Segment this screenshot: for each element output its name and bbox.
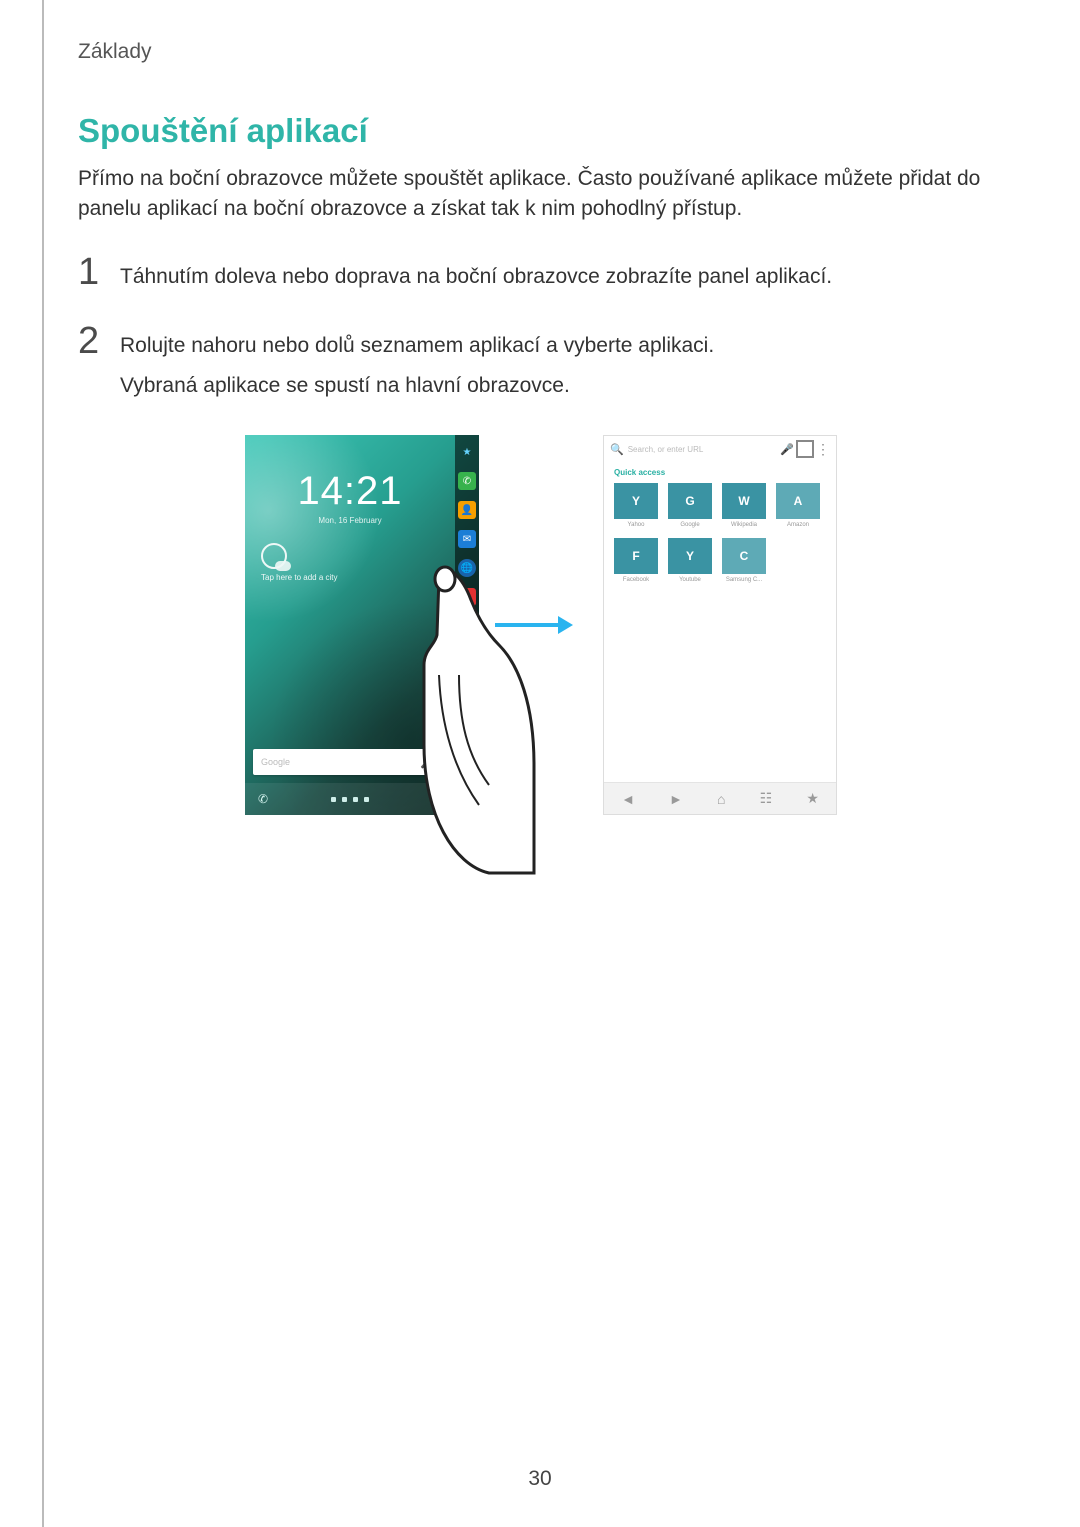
section-title: Spouštění aplikací [78,112,1004,150]
quick-tile[interactable]: YYahoo [614,483,658,528]
step-text: Rolujte nahoru nebo dolů seznamem aplika… [120,330,714,362]
mic-icon[interactable]: 🎤 [780,443,794,456]
page-number: 30 [0,1467,1080,1491]
phone-home-screenshot: 14:21 Mon, 16 February Tap here to add a… [245,435,479,815]
figure: 14:21 Mon, 16 February Tap here to add a… [78,435,1004,815]
quick-tile[interactable]: YYoutube [668,538,712,583]
manual-page: Základy Spouštění aplikací Přímo na bočn… [42,0,1038,1527]
google-search-bar[interactable]: Google 🎤 [253,749,443,775]
edge-chevron-down-icon[interactable]: ⌄ [462,795,472,809]
url-placeholder: Search, or enter URL [628,445,704,454]
edge-mail-icon[interactable]: ✉ [458,617,476,635]
forward-icon[interactable]: ► [669,791,683,807]
section-intro: Přímo na boční obrazovce můžete spouštět… [78,164,1004,225]
quick-tile[interactable]: CSamsung C... [722,538,766,583]
search-icon: 🔍 [610,443,624,456]
quick-access-grid: YYahoo GGoogle WWikipedia AAmazon FFaceb… [604,483,836,583]
bookmark-icon[interactable]: ★ [806,790,819,807]
tabs-icon[interactable] [798,442,812,456]
phone-icon[interactable]: ✆ [255,791,271,807]
weather-caption: Tap here to add a city [261,573,338,582]
browser-top-bar: 🔍 Search, or enter URL 🎤 ⋮ [604,436,836,462]
search-hint: Google [261,757,420,767]
step-number: 1 [78,253,112,291]
edge-youtube-icon[interactable]: ▶ [458,588,476,606]
step-number: 2 [78,322,112,360]
edge-browser-icon[interactable]: 🌐 [458,559,476,577]
edge-message-icon[interactable]: ✉ [458,530,476,548]
page-dots [331,797,369,802]
lock-clock: 14:21 Mon, 16 February [245,469,455,525]
arrow-right-icon [495,623,571,627]
home-icon[interactable]: ⌂ [717,791,725,807]
chapter-label: Základy [78,40,1004,64]
step-text: Vybraná aplikace se spustí na hlavní obr… [120,370,714,402]
quick-tile[interactable]: WWikipedia [722,483,766,528]
edge-star-icon[interactable]: ★ [458,443,476,461]
quick-tile[interactable]: GGoogle [668,483,712,528]
clock-date: Mon, 16 February [245,516,455,525]
apps-icon[interactable] [429,791,445,807]
browser-url-field[interactable]: 🔍 Search, or enter URL [610,440,776,458]
weather-icon [261,543,287,569]
home-bottom-bar: ✆ [245,783,455,815]
step-text: Táhnutím doleva nebo doprava na boční ob… [120,261,832,293]
edge-playstore-icon[interactable]: ▶ [458,646,476,664]
browser-bottom-bar: ◄ ► ⌂ ☷ ★ [604,782,836,814]
quick-tile[interactable]: AAmazon [776,483,820,528]
step-2: 2 Rolujte nahoru nebo dolů seznamem apli… [78,322,1004,409]
edge-contacts-icon[interactable]: 👤 [458,501,476,519]
weather-widget: Tap here to add a city [261,543,338,582]
edge-phone-icon[interactable]: ✆ [458,472,476,490]
clock-time: 14:21 [245,469,455,514]
saved-pages-icon[interactable]: ☷ [760,790,773,807]
edge-app-icon[interactable]: ◼ [458,675,476,693]
quick-tile[interactable]: FFacebook [614,538,658,583]
phone-browser-screenshot: 🔍 Search, or enter URL 🎤 ⋮ Quick access … [603,435,837,815]
back-icon[interactable]: ◄ [621,791,635,807]
step-1: 1 Táhnutím doleva nebo doprava na boční … [78,253,1004,301]
edge-panel[interactable]: ★ ✆ 👤 ✉ 🌐 ▶ ✉ ▶ ◼ ⌄ [455,435,479,815]
quick-access-label: Quick access [604,462,836,483]
mic-icon[interactable]: 🎤 [420,755,435,769]
